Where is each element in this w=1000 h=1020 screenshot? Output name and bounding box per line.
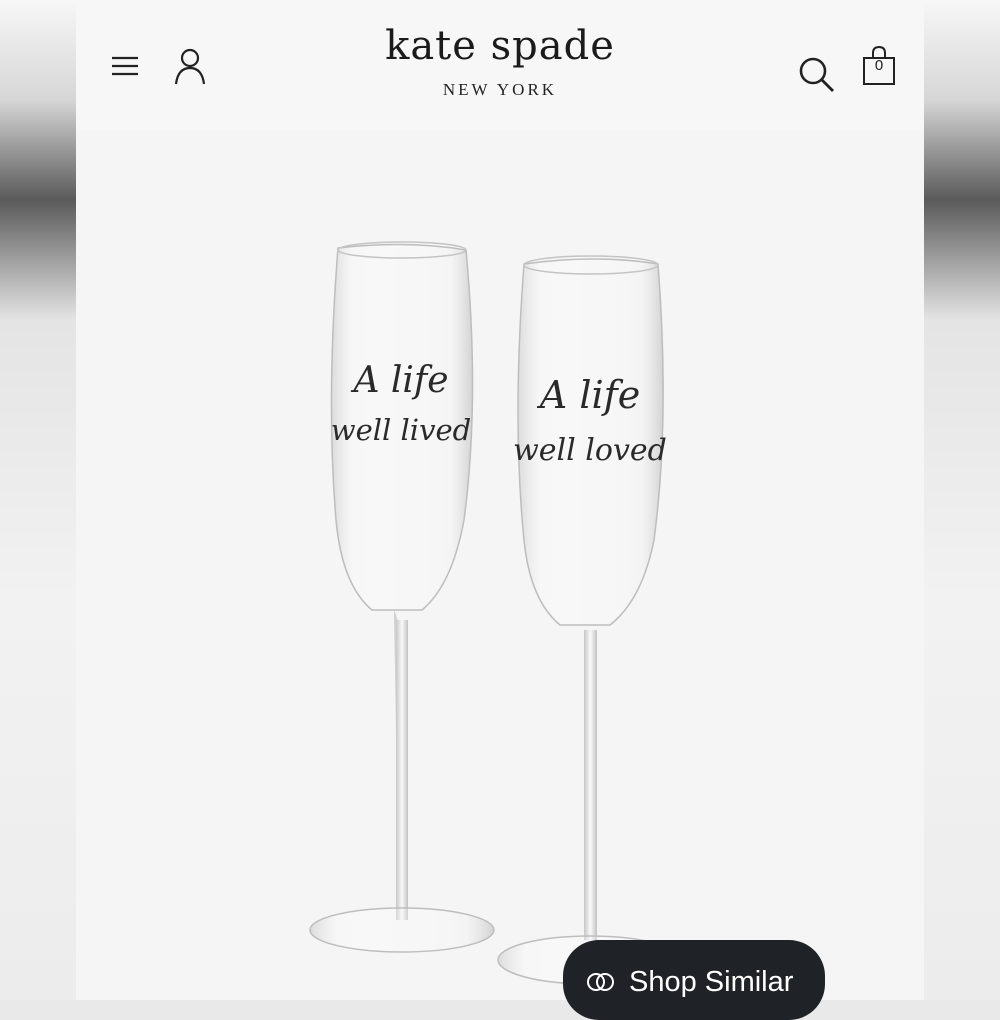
left-champagne-flute: A life well lived [309, 241, 495, 953]
right-champagne-flute: A life well loved [497, 255, 683, 985]
app-screen: kate spade NEW YORK 0 A life well lived … [76, 0, 924, 1000]
magnifier-icon [799, 57, 834, 92]
overlapping-circles-icon [587, 973, 614, 991]
bag-button[interactable]: 0 [861, 42, 897, 88]
product-image[interactable]: A life well lived A life well loved [76, 130, 924, 1000]
shop-similar-label: Shop Similar [629, 966, 794, 998]
right-backdrop [924, 0, 1000, 1000]
left-glass-text-line1: A life [350, 360, 448, 401]
left-backdrop [0, 0, 76, 1000]
site-header: kate spade NEW YORK 0 [76, 0, 924, 130]
bag-count: 0 [874, 57, 884, 74]
search-button[interactable] [794, 52, 838, 96]
shop-similar-button[interactable]: Shop Similar [563, 940, 825, 1020]
left-glass-text-line2: well lived [331, 413, 471, 447]
right-glass-text-line1: A life [537, 373, 640, 417]
right-glass-text-line2: well loved [513, 433, 667, 468]
